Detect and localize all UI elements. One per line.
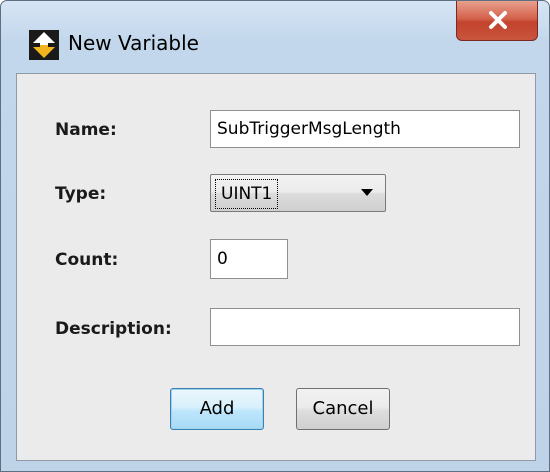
- type-select[interactable]: UINT1: [210, 174, 386, 212]
- close-button[interactable]: [456, 1, 538, 41]
- type-select-value: UINT1: [215, 179, 279, 209]
- close-icon: [489, 11, 507, 29]
- description-label: Description:: [55, 319, 172, 339]
- add-button[interactable]: Add: [170, 388, 264, 430]
- count-label: Count:: [55, 250, 119, 270]
- name-input[interactable]: SubTriggerMsgLength: [210, 110, 520, 148]
- dialog-content: Name: SubTriggerMsgLength Type: UINT1 Co…: [16, 73, 536, 461]
- title-bar[interactable]: New Variable: [1, 1, 549, 60]
- chevron-down-icon: [361, 189, 373, 196]
- count-input[interactable]: 0: [210, 239, 288, 279]
- name-label: Name:: [55, 120, 117, 140]
- type-label: Type:: [55, 184, 107, 204]
- new-variable-dialog: New Variable Name: SubTriggerMsgLength T…: [0, 0, 550, 472]
- window-title: New Variable: [68, 31, 199, 55]
- cancel-button[interactable]: Cancel: [296, 388, 390, 430]
- app-icon: [29, 30, 59, 60]
- description-input[interactable]: [210, 308, 520, 346]
